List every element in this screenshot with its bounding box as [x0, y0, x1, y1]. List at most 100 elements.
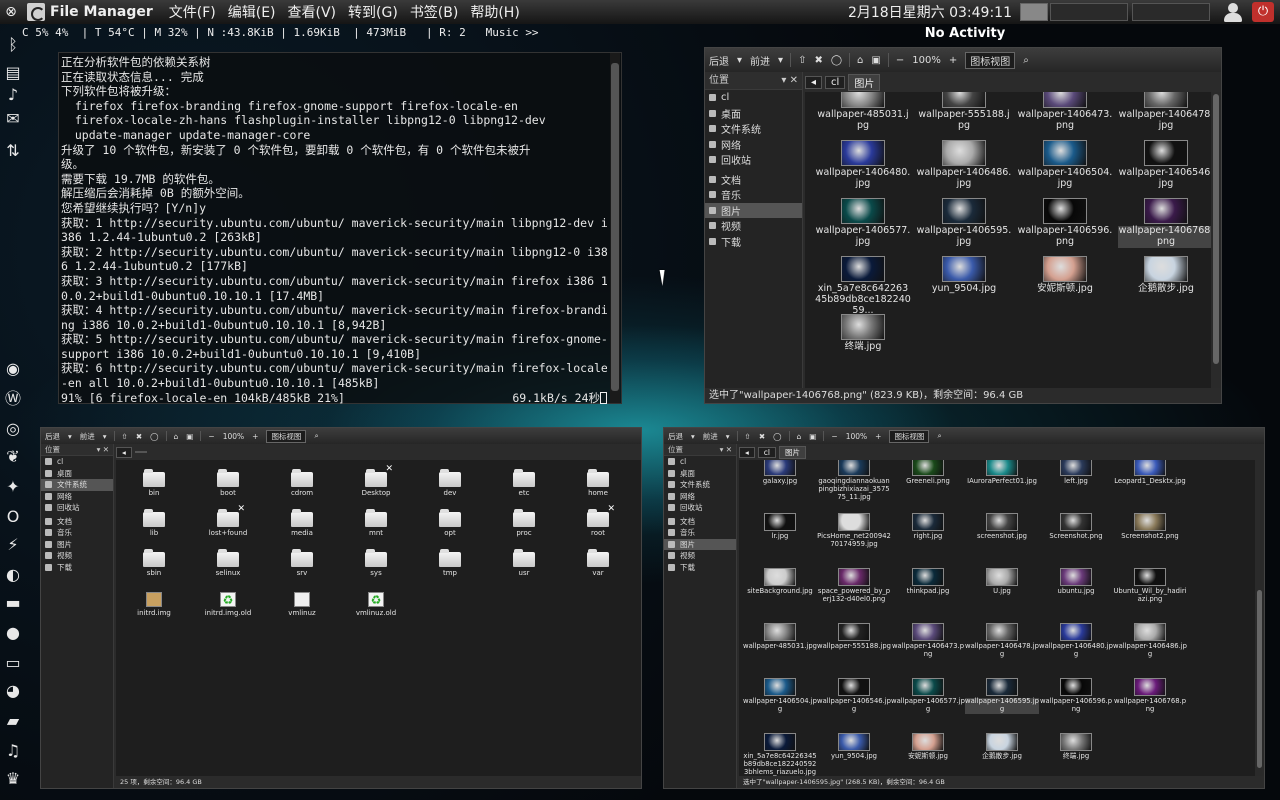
butterfly-icon[interactable]: ❦: [2, 446, 24, 468]
sidebar-item[interactable]: 下载: [41, 562, 113, 574]
file-item[interactable]: wallpaper-1406486.jpg: [916, 140, 1012, 190]
terminal-icon[interactable]: ◕: [2, 680, 24, 702]
file-item[interactable]: wallpaper-1406768.png: [1113, 678, 1187, 714]
file-item[interactable]: selinux: [198, 549, 258, 577]
file-item[interactable]: var: [568, 549, 628, 577]
file-manager-root[interactable]: 后退 ▾ 前进 ▾ ⇧ ✖ ◯ ⌂ ▣ −100% + 图标视图 ⌕ 位置 ▾ ✕ cl 桌面 文件系统 网络 回收站…: [40, 427, 642, 789]
file-item[interactable]: Screenshot2.png: [1113, 513, 1187, 541]
path-crumb[interactable]: [134, 451, 147, 453]
forward-dropdown-icon[interactable]: ▾: [778, 55, 783, 66]
sidebar-item[interactable]: 桌面: [705, 106, 802, 122]
file-item[interactable]: ubuntu.jpg: [1039, 568, 1113, 596]
clapper-icon[interactable]: ▬: [2, 592, 24, 614]
up-icon[interactable]: ⇧: [745, 432, 751, 441]
bluetooth-icon[interactable]: ᛒ: [2, 34, 24, 56]
path-crumb[interactable]: 图片: [778, 445, 806, 459]
sidebar-item[interactable]: 音乐: [41, 527, 113, 539]
wordpress-icon[interactable]: Ⓦ: [2, 388, 24, 410]
sidebar-item[interactable]: 回收站: [664, 502, 736, 514]
stop-icon[interactable]: ✖: [136, 432, 142, 441]
file-item[interactable]: ✕ root: [568, 504, 628, 537]
file-item[interactable]: wallpaper-1406768.png: [1118, 198, 1213, 248]
file-item[interactable]: Screenshot.png: [1039, 513, 1113, 541]
sidebar-item[interactable]: 回收站: [705, 152, 802, 168]
back-button[interactable]: 后退: [709, 53, 729, 68]
file-item[interactable]: wallpaper-1406478.jpg: [965, 623, 1039, 659]
sidebar-item[interactable]: cl: [705, 90, 802, 106]
file-item[interactable]: ✕ lost+found: [198, 504, 258, 537]
forward-button[interactable]: 前进: [703, 431, 718, 442]
path-back-icon[interactable]: ◂: [805, 75, 823, 89]
file-item[interactable]: wallpaper-1406486.jpg: [1113, 623, 1187, 659]
back-dropdown-icon[interactable]: ▾: [737, 55, 742, 66]
file-manager-pictures[interactable]: 后退 ▾ 前进 ▾ ⇧ ✖ ◯ ⌂ ▣ −100% + 图标视图 ⌕ 位置 ▾ ✕ cl 桌面 文件系统 网络 回收站…: [704, 47, 1222, 404]
zoom-out-icon[interactable]: −: [896, 55, 904, 66]
file-item[interactable]: 企鹅散步.jpg: [1118, 256, 1213, 295]
vertical-scrollbar[interactable]: [1255, 460, 1264, 778]
file-item[interactable]: 终端.jpg: [1039, 733, 1113, 761]
sidebar-item[interactable]: 音乐: [664, 527, 736, 539]
file-item[interactable]: 安妮斯顿.jpg: [1017, 256, 1113, 295]
sidebar-item[interactable]: 文档: [705, 172, 802, 188]
terminal-window[interactable]: 正在分析软件包的依赖关系树 正在读取状态信息... 完成 下列软件包将被升级： fi…: [58, 52, 622, 405]
scrollbar-thumb[interactable]: [1213, 94, 1219, 364]
user-icon[interactable]: [1222, 1, 1244, 23]
sidebar-item[interactable]: 视频: [664, 550, 736, 562]
search-icon[interactable]: ⌕: [314, 431, 318, 441]
scrollbar-thumb[interactable]: [1257, 590, 1262, 768]
file-item[interactable]: 安妮斯顿.jpg: [891, 733, 965, 761]
file-item[interactable]: wallpaper-1406577.jpg: [815, 198, 911, 248]
file-manager-pictures-large[interactable]: 后退 ▾ 前进 ▾ ⇧ ✖ ◯ ⌂ ▣ −100% + 图标视图 ⌕ 位置 ▾ ✕ cl 桌面 文件系统 网络 回收站…: [663, 427, 1265, 789]
file-item[interactable]: lr.jpg: [743, 513, 817, 541]
file-item[interactable]: xin_5a7e8c64226345b89db8ce1822405923bhle…: [743, 733, 817, 776]
file-item[interactable]: galaxy.jpg: [743, 460, 817, 486]
file-item[interactable]: wallpaper-555188.jpg: [916, 92, 1012, 132]
monitor-icon[interactable]: ▭: [2, 652, 24, 674]
stop-icon[interactable]: ✖: [814, 55, 822, 66]
file-item[interactable]: bin: [124, 469, 184, 497]
file-item[interactable]: U.jpg: [965, 568, 1039, 596]
path-crumb[interactable]: cl: [757, 446, 776, 458]
file-item[interactable]: left.jpg: [1039, 460, 1113, 486]
search-icon[interactable]: ⌕: [937, 431, 941, 441]
sidebar-item[interactable]: cl: [664, 456, 736, 468]
sidebar-close-icon[interactable]: ▾ ✕: [720, 444, 732, 455]
menu-edit[interactable]: 编辑(E): [228, 2, 276, 22]
file-item[interactable]: ♻ vmlinuz.old: [346, 592, 406, 617]
back-dropdown-icon[interactable]: ▾: [691, 432, 695, 441]
file-item[interactable]: etc: [494, 469, 554, 497]
forward-dropdown-icon[interactable]: ▾: [726, 432, 730, 441]
scrollbar-thumb[interactable]: [611, 63, 619, 391]
path-back-icon[interactable]: ◂: [739, 446, 755, 458]
menu-help[interactable]: 帮助(H): [470, 2, 519, 22]
menu-view[interactable]: 查看(V): [288, 2, 337, 22]
menu-bookmarks[interactable]: 书签(B): [410, 2, 459, 22]
file-item[interactable]: Ubuntu_Wil_by_hadiriazi.png: [1113, 568, 1187, 604]
firefox-icon[interactable]: ◉: [2, 358, 24, 380]
sidebar-item[interactable]: 视频: [41, 550, 113, 562]
file-item[interactable]: Greeneli.png: [891, 460, 965, 486]
file-item[interactable]: lib: [124, 509, 184, 537]
file-item[interactable]: wallpaper-1406504.jpg: [1017, 140, 1113, 190]
reload-icon[interactable]: ◯: [831, 55, 842, 66]
sidebar-close-icon[interactable]: ▾ ✕: [97, 444, 109, 455]
file-item[interactable]: sbin: [124, 549, 184, 577]
power-icon[interactable]: ⏻: [1252, 2, 1274, 22]
file-item[interactable]: gaoqingdiannaokuanpingbizhixiazai_357575…: [817, 460, 891, 501]
file-item[interactable]: usr: [494, 549, 554, 577]
zoom-in-icon[interactable]: +: [252, 432, 258, 441]
menu-go[interactable]: 转到(G): [348, 2, 398, 22]
file-item[interactable]: wallpaper-1406546.jpg: [1118, 140, 1213, 190]
file-item[interactable]: thinkpad.jpg: [891, 568, 965, 596]
sidebar-item[interactable]: 下载: [664, 562, 736, 574]
file-item[interactable]: opt: [420, 509, 480, 537]
file-item[interactable]: 企鹅散步.jpg: [965, 733, 1039, 761]
path-crumb[interactable]: 图片: [848, 73, 881, 91]
file-item[interactable]: wallpaper-1406596.png: [1039, 678, 1113, 714]
transfer-icon[interactable]: ⇅: [2, 140, 24, 162]
file-item[interactable]: wallpaper-1406478.jpg: [1118, 92, 1213, 132]
file-item[interactable]: space_powered_by_perj132-d40el0.png: [817, 568, 891, 604]
sidebar-item[interactable]: 桌面: [41, 468, 113, 480]
star-icon[interactable]: ✦: [2, 476, 24, 498]
file-item[interactable]: sys: [346, 549, 406, 577]
